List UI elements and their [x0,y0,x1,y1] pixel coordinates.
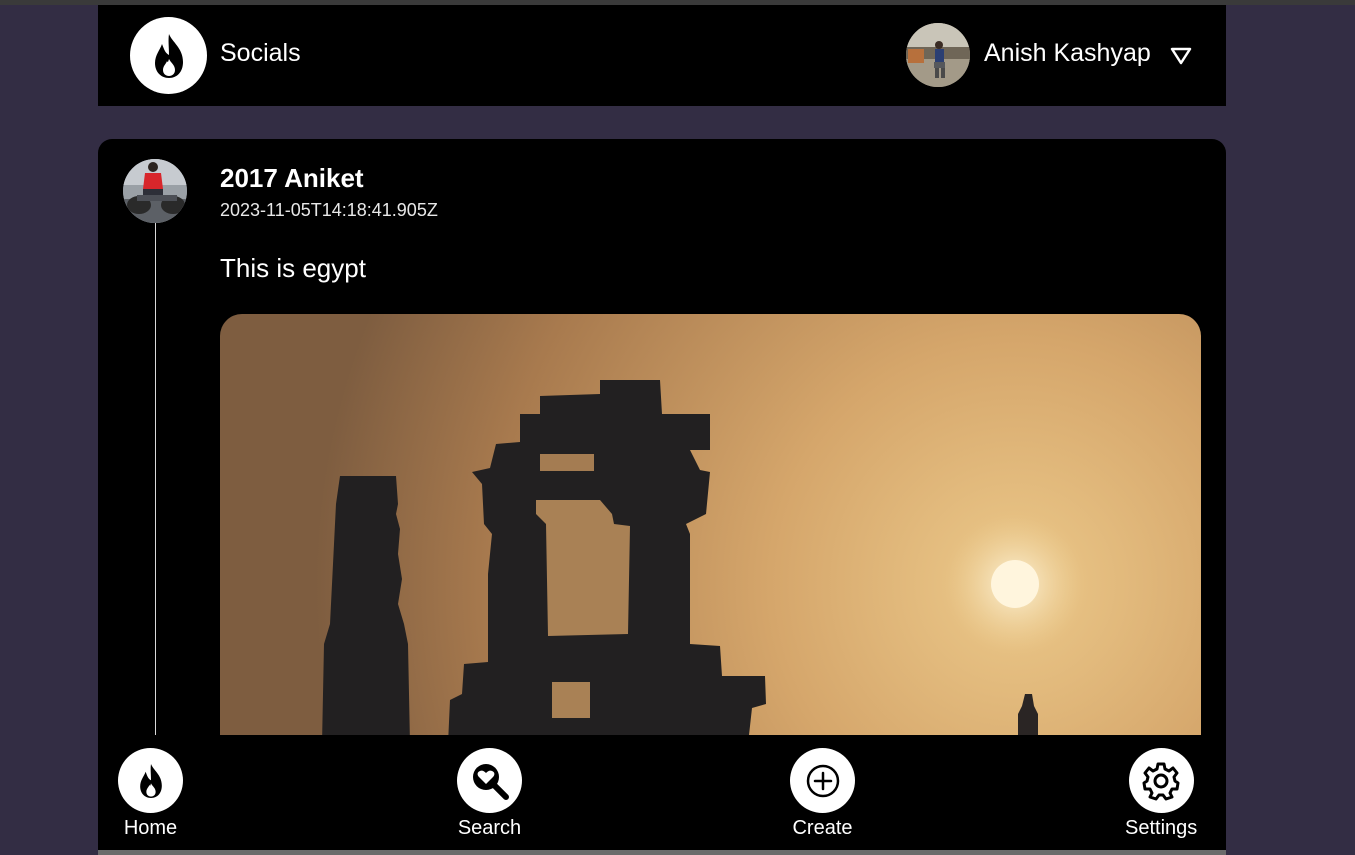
egypt-ruins-photo [220,314,1201,744]
nav-settings-label: Settings [1125,817,1198,839]
brand-name: Socials [220,39,301,67]
author-name[interactable]: 2017 Aniket [220,163,364,194]
author-avatar[interactable] [123,159,187,223]
gear-icon [1142,762,1180,800]
post-image[interactable] [220,314,1201,744]
nav-search-label: Search [457,817,522,839]
user-name[interactable]: Anish Kashyap [984,39,1151,68]
nav-create-label: Create [792,817,853,839]
author-avatar-image [123,159,187,223]
post-timestamp: 2023-11-05T14:18:41.905Z [220,200,438,220]
triangle-down-icon[interactable] [1170,47,1192,65]
nav-home-button[interactable] [118,748,183,813]
nav-home[interactable]: Home [118,748,183,840]
nav-search-button[interactable] [457,748,522,813]
nav-create[interactable]: Create [790,748,855,840]
flame-icon [139,763,162,798]
nav-create-button[interactable] [790,748,855,813]
flame-icon [154,33,183,78]
app-header: Socials Anish Kashyap [98,5,1226,106]
post-text: This is egypt [220,253,366,283]
nav-home-label: Home [123,817,178,839]
app-logo[interactable] [130,17,207,94]
plus-circle-icon [806,764,839,797]
user-avatar-image [906,23,970,87]
bottom-nav: Home Search Create Settings [98,735,1226,850]
search-heart-icon [472,763,509,800]
nav-search[interactable]: Search [457,748,522,840]
thread-line [155,223,156,737]
nav-settings[interactable]: Settings [1125,748,1197,840]
nav-settings-button[interactable] [1128,748,1194,813]
bottom-edge [98,850,1226,855]
user-avatar[interactable] [906,23,970,87]
